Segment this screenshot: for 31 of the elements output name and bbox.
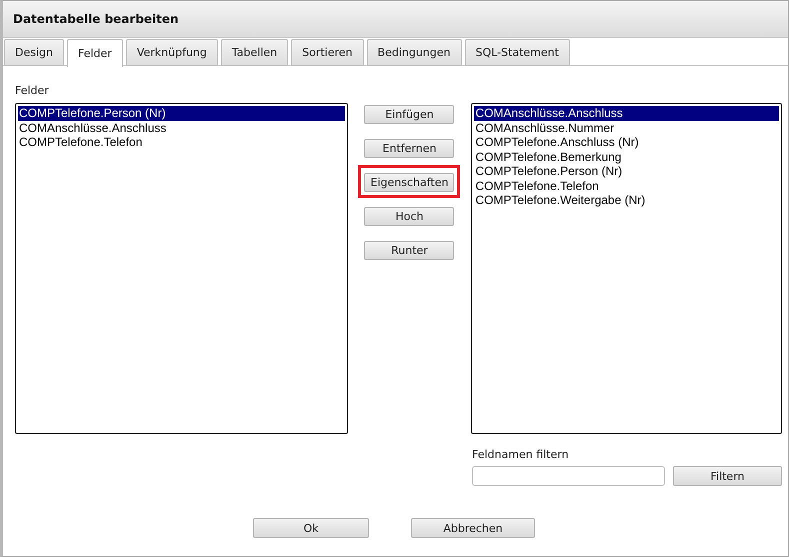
list-item[interactable]: COMPTelefone.Bemerkung — [474, 150, 779, 164]
list-item[interactable]: COMAnschlüsse.Nummer — [474, 120, 779, 135]
list-item[interactable]: COMPTelefone.Anschluss (Nr) — [474, 135, 779, 150]
list-item[interactable]: COMAnschlüsse.Anschluss — [18, 120, 345, 135]
selected-fields-list[interactable]: COMPTelefone.Person (Nr) COMAnschlüsse.Anschluss COMPTelefone.Telefon — [15, 103, 348, 434]
filter-input[interactable] — [472, 466, 665, 486]
fields-label: Felder — [15, 84, 50, 97]
list-item[interactable]: COMPTelefone.Telefon — [474, 178, 779, 193]
cancel-button[interactable]: Abbrechen — [411, 518, 535, 538]
list-item[interactable]: COMAnschlüsse.Anschluss — [474, 106, 779, 120]
tab[interactable]: SQL-Statement — [464, 39, 570, 66]
tab[interactable]: Tabellen — [220, 39, 288, 66]
available-fields-list[interactable]: COMAnschlüsse.Anschluss COMAnschlüsse.Nummer COMPTelefone.Anschluss (Nr) COMPTelefone.Bemerkung COMPTelefone.Person (Nr) COMPTelefone.Telefon COMPTelefone.Weitergabe (Nr) — [471, 103, 782, 434]
filter-button[interactable]: Filtern — [673, 466, 782, 486]
action-button[interactable]: Hoch — [364, 207, 454, 226]
tab[interactable]: Design — [4, 39, 64, 66]
list-item[interactable]: COMPTelefone.Weitergabe (Nr) — [474, 193, 779, 208]
tab[interactable]: Verknüpfung — [126, 39, 218, 66]
tab[interactable]: Bedingungen — [366, 39, 462, 66]
list-item[interactable]: COMPTelefone.Person (Nr) — [18, 106, 345, 120]
ok-button[interactable]: Ok — [253, 518, 369, 538]
tab[interactable]: Sortieren — [291, 39, 364, 66]
filter-label: Feldnamen filtern — [472, 448, 570, 461]
list-item[interactable]: COMPTelefone.Telefon — [18, 135, 345, 150]
window-title: Datentabelle bearbeiten — [13, 12, 179, 26]
tab[interactable]: Felder — [66, 39, 123, 67]
action-button[interactable]: Eigenschaften — [364, 173, 454, 192]
action-button[interactable]: Einfügen — [364, 105, 454, 124]
action-button[interactable]: Runter — [364, 241, 454, 260]
list-item[interactable]: COMPTelefone.Person (Nr) — [474, 164, 779, 178]
action-button[interactable]: Entfernen — [364, 139, 454, 158]
